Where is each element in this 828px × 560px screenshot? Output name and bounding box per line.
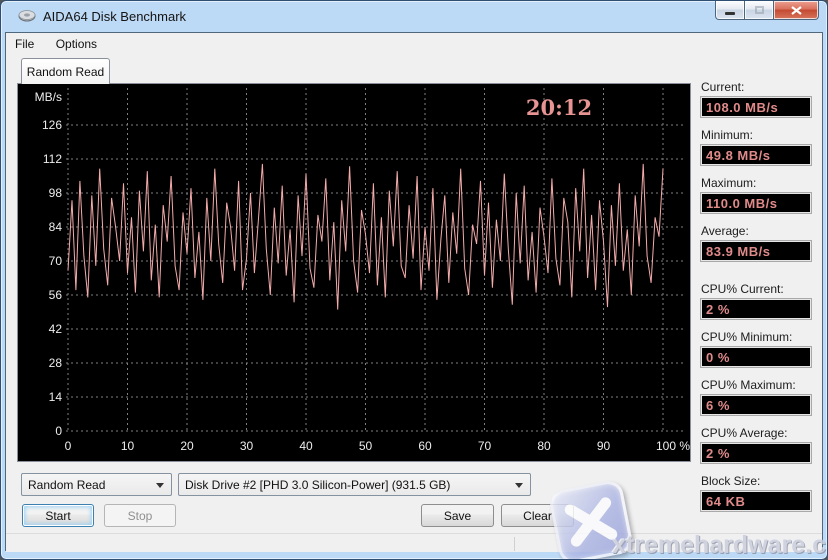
disk-icon [18, 10, 36, 22]
svg-text:50: 50 [359, 439, 373, 453]
stat-average-label: Average: [701, 224, 749, 238]
svg-text:126: 126 [42, 118, 62, 132]
svg-text:100 %: 100 % [656, 439, 690, 453]
stat-cpu-average-label: CPU% Average: [701, 426, 788, 440]
benchmark-type-select[interactable]: Random Read [21, 473, 172, 496]
benchmark-chart-svg: 126 112 98 84 70 56 42 28 14 00 10 20 30 40 50 60 70 80 90… [35, 88, 690, 453]
svg-text:70: 70 [49, 254, 63, 268]
svg-text:28: 28 [49, 356, 63, 370]
svg-text:30: 30 [240, 439, 254, 453]
stat-cpu-minimum-label: CPU% Minimum: [701, 330, 793, 344]
stat-cpu-average-value: 2 % [700, 442, 812, 464]
close-button[interactable] [773, 1, 819, 20]
app-window: AIDA64 Disk Benchmark File Options Rando… [0, 0, 828, 560]
stat-cpu-current-value: 2 % [700, 298, 812, 320]
benchmark-type-value: Random Read [28, 477, 106, 492]
svg-text:40: 40 [299, 439, 313, 453]
minimize-button[interactable] [715, 1, 745, 20]
maximize-icon [754, 6, 764, 14]
svg-text:42: 42 [49, 322, 63, 336]
window-title: AIDA64 Disk Benchmark [43, 9, 187, 24]
title-bar[interactable]: AIDA64 Disk Benchmark [1, 1, 827, 32]
start-button[interactable]: Start [22, 504, 94, 527]
svg-text:112: 112 [43, 152, 62, 166]
svg-text:98: 98 [49, 186, 63, 200]
stat-current-label: Current: [701, 80, 745, 94]
stat-average-value: 83.9 MB/s [700, 240, 812, 262]
stat-block-size-label: Block Size: [701, 474, 761, 488]
svg-text:90: 90 [597, 439, 611, 453]
svg-text:0: 0 [55, 424, 62, 438]
svg-text:20:12: 20:12 [526, 95, 592, 120]
chevron-down-icon [156, 483, 164, 488]
menu-bar: File Options [6, 33, 822, 55]
maximize-button [745, 1, 773, 20]
menu-options[interactable]: Options [47, 33, 106, 55]
disk-drive-value: Disk Drive #2 [PHD 3.0 Silicon-Power] (9… [185, 477, 451, 492]
svg-text:14: 14 [49, 390, 63, 404]
status-bar-separator [514, 537, 515, 551]
minimize-icon [725, 11, 735, 15]
client-area: File Options Random Read 126 112 98 84 70 56 4… [5, 32, 827, 559]
status-bar [6, 533, 822, 552]
svg-text:80: 80 [537, 439, 551, 453]
stat-cpu-maximum-label: CPU% Maximum: [701, 378, 796, 392]
svg-text:56: 56 [49, 288, 63, 302]
stat-current-value: 108.0 MB/s [700, 96, 812, 118]
stat-minimum-value: 49.8 MB/s [700, 144, 812, 166]
disk-drive-select[interactable]: Disk Drive #2 [PHD 3.0 Silicon-Power] (9… [178, 473, 531, 496]
tab-random-read[interactable]: Random Read [21, 58, 110, 84]
svg-text:20: 20 [180, 439, 194, 453]
stat-block-size-value: 64 KB [700, 490, 812, 512]
clear-button[interactable]: Clear [501, 504, 574, 527]
menu-file[interactable]: File [6, 33, 43, 55]
svg-text:84: 84 [49, 220, 63, 234]
stat-cpu-maximum-value: 6 % [700, 394, 812, 416]
chevron-down-icon [515, 483, 523, 488]
svg-text:70: 70 [478, 439, 492, 453]
svg-text:10: 10 [121, 439, 135, 453]
close-icon [790, 5, 802, 15]
svg-text:60: 60 [418, 439, 432, 453]
stat-maximum-label: Maximum: [701, 176, 757, 190]
svg-text:0: 0 [65, 439, 72, 453]
stat-cpu-current-label: CPU% Current: [701, 282, 784, 296]
stat-maximum-value: 110.0 MB/s [700, 192, 812, 214]
stat-minimum-label: Minimum: [701, 128, 754, 142]
stop-button[interactable]: Stop [104, 504, 176, 527]
stat-cpu-minimum-value: 0 % [700, 346, 812, 368]
benchmark-chart: 126 112 98 84 70 56 42 28 14 0 0 10 20 30 40 50 60 70 80 90… [17, 83, 691, 462]
svg-text:MB/s: MB/s [35, 90, 62, 104]
save-button[interactable]: Save [421, 504, 494, 527]
